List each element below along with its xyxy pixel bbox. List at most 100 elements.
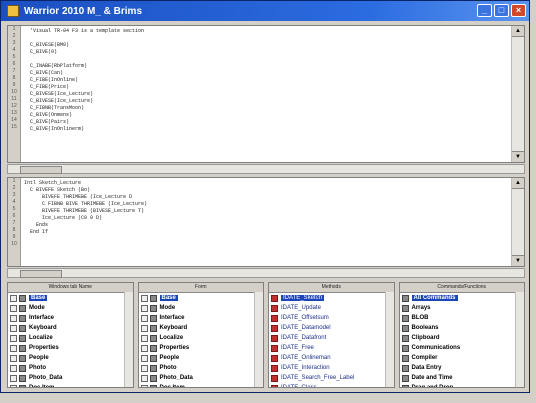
list-item[interactable]: IDATE_Search_Free_Label [269,373,394,383]
list-item[interactable]: IDATE_Class [269,383,394,387]
list-item[interactable]: BLOB [400,313,525,323]
list-box[interactable]: Form Base Mode Interface Keyboard Localize Pro… [137,282,264,388]
list-item[interactable]: Compiler [400,353,525,363]
expand-icon[interactable] [140,294,148,302]
list-header[interactable]: Methods [269,283,394,293]
list-item[interactable]: Keyboard [8,323,133,333]
list-item[interactable]: Photo_Data [139,373,264,383]
maximize-button[interactable]: □ [494,4,509,17]
list-item[interactable]: People [139,353,264,363]
list-item[interactable]: Clipboard [400,333,525,343]
code-text[interactable]: 'Visual TR-04 F3 is a template section C… [24,28,510,133]
list-item[interactable]: Keyboard [139,323,264,333]
code-line[interactable]: C BIVEFE Sketch (Bo) [24,187,510,194]
code-line[interactable]: C_FIBNB(TransMoon) [24,105,510,112]
list-item[interactable]: Doc Item [139,383,264,387]
list-item[interactable]: Photo [8,363,133,373]
list-item[interactable]: Localize [8,333,133,343]
expand-icon[interactable] [140,374,148,382]
list-item[interactable]: IDATE_Free [269,343,394,353]
list-item[interactable]: Base [139,293,264,303]
expand-icon[interactable] [10,384,17,387]
expand-icon[interactable] [10,324,17,332]
list-box[interactable]: Commands/Functions All Commands Arrays BLOB… [398,282,525,388]
list-item[interactable]: Data Entry [400,363,525,373]
code-line[interactable]: Intl Sketch_Lecture [24,180,510,187]
list-item[interactable]: Photo_Data [8,373,133,383]
code-line[interactable]: C_BIVESE(Ice_Lecture) [24,98,510,105]
list-item[interactable]: All Commands [400,293,525,303]
code-line[interactable]: 'Visual TR-04 F3 is a template section [24,28,510,35]
code-line[interactable]: Ends [24,222,510,229]
code-line[interactable]: C_FIBE(Price) [24,84,510,91]
code-line[interactable]: C_BIVE(Pairs) [24,119,510,126]
list-item[interactable]: Interface [8,313,133,323]
expand-icon[interactable] [140,364,148,372]
vertical-scrollbar[interactable]: ▲ ▼ [511,26,524,162]
list-item[interactable]: IDATE_Datafront [269,333,394,343]
expand-icon[interactable] [140,324,148,332]
list-scrollbar[interactable] [123,292,133,387]
code-line[interactable]: C_BIVE(InOnlinerm) [24,126,510,133]
code-editor-top[interactable]: 1 2 3 4 5 6 7 8 9 10 11 12 13 14 15 'Visual TR-04 F3 i… [7,25,525,163]
code-line[interactable]: C_BIVESE(BM0) [24,42,510,49]
code-line[interactable] [24,35,510,42]
list-item[interactable]: Doc Item [8,383,133,387]
list-scrollbar[interactable] [254,292,263,387]
list-scrollbar[interactable] [515,292,524,387]
expand-icon[interactable] [140,384,148,387]
code-line[interactable]: C_BIVE(0) [24,49,510,56]
list-item[interactable]: Communications [400,343,525,353]
expand-icon[interactable] [140,344,148,352]
scroll-down-icon[interactable]: ▼ [512,151,524,162]
code-line[interactable]: Ice_Lecture (C0 0 D) [24,215,510,222]
expand-icon[interactable] [10,374,17,382]
list-item[interactable]: IDATE_Datamodel [269,323,394,333]
list-item[interactable]: Localize [139,333,264,343]
list-item[interactable]: Mode [8,303,133,313]
list-item[interactable]: IDATE_Interaction [269,363,394,373]
code-text[interactable]: Intl Sketch_Lecture C BIVEFE Sketch (Bo)… [24,180,510,236]
list-item[interactable]: Drag and Drop [400,383,525,387]
list-item[interactable]: Properties [139,343,264,353]
expand-icon[interactable] [140,354,148,362]
list-header[interactable]: Commands/Functions [399,283,524,293]
expand-icon[interactable] [140,304,148,312]
list-item[interactable]: Booleans [400,323,525,333]
list-item[interactable]: IDATE_Sketch [269,293,394,303]
list-item[interactable]: Date and Time [400,373,525,383]
list-item[interactable]: Arrays [400,303,525,313]
scroll-thumb[interactable] [20,166,62,174]
list-item[interactable]: Photo [139,363,264,373]
scroll-down-icon[interactable]: ▼ [512,255,524,266]
expand-icon[interactable] [10,314,17,322]
code-line[interactable]: C_BIVE(Can) [24,70,510,77]
code-line[interactable]: C FIBNB BIVE THRIMEBE (Ice_Lecture) [24,201,510,208]
close-button[interactable]: × [511,4,526,17]
expand-icon[interactable] [140,334,148,342]
title-bar[interactable]: Warrior 2010 M_ & Brims _ □ × [1,1,529,21]
horizontal-scrollbar-top[interactable] [7,164,525,174]
list-box[interactable]: Windows tab Name Base Mode Interface Keyboar… [7,282,134,388]
minimize-button[interactable]: _ [477,4,492,17]
horizontal-scrollbar-bottom[interactable] [7,268,525,278]
list-box[interactable]: Methods IDATE_Sketch IDATE_Update IDATE_Off… [268,282,395,388]
list-item[interactable]: Base [8,293,133,303]
list-item[interactable]: IDATE_Onlineman [269,353,394,363]
code-line[interactable] [24,56,510,63]
code-line[interactable]: C_INABE(RbPlatform) [24,63,510,70]
scroll-up-icon[interactable]: ▲ [512,26,524,37]
expand-icon[interactable] [10,294,17,302]
list-item[interactable]: IDATE_Update [269,303,394,313]
code-line[interactable]: C_BIVE(Onmens) [24,112,510,119]
scroll-up-icon[interactable]: ▲ [512,178,524,189]
list-item[interactable]: Mode [139,303,264,313]
list-item[interactable]: People [8,353,133,363]
list-item[interactable]: Interface [139,313,264,323]
expand-icon[interactable] [10,364,17,372]
expand-icon[interactable] [10,334,17,342]
vertical-scrollbar[interactable]: ▲ ▼ [511,178,524,266]
scroll-thumb[interactable] [20,270,62,278]
expand-icon[interactable] [10,354,17,362]
code-line[interactable]: C_BIVESE(Ice_Lecture) [24,91,510,98]
